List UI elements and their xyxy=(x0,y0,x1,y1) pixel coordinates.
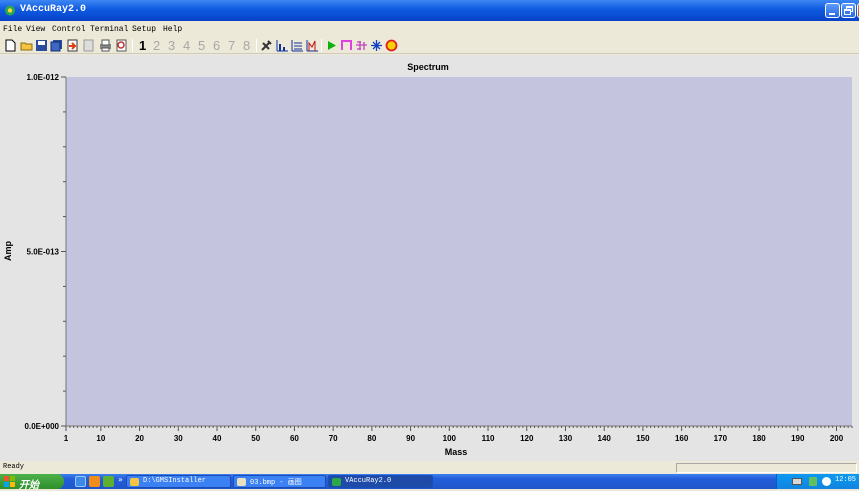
x-tick-label: 150 xyxy=(636,434,650,443)
task-paint[interactable]: 03.bmp - 画图 xyxy=(233,475,326,488)
paint-icon xyxy=(237,478,246,486)
x-tick-label: 1 xyxy=(64,434,69,443)
x-tick-label: 20 xyxy=(135,434,144,443)
app-icon xyxy=(5,5,15,16)
open-folder-icon[interactable] xyxy=(20,39,33,52)
x-tick-label: 50 xyxy=(251,434,260,443)
network-icon[interactable] xyxy=(809,477,817,486)
menu-control[interactable]: Control xyxy=(52,25,86,34)
start-button[interactable]: 开始 xyxy=(0,474,64,491)
menu-file[interactable]: File xyxy=(3,25,22,34)
toolbar-separator xyxy=(321,39,322,52)
menu-view[interactable]: View xyxy=(26,25,45,34)
status-text: Ready xyxy=(3,463,25,471)
toolbar-channel-2[interactable]: 2 xyxy=(153,38,160,53)
task-label: D:\GMSInstaller xyxy=(143,477,207,485)
status-bar: Ready xyxy=(0,462,859,474)
menu-bar: File View Control Terminal Setup Help xyxy=(0,23,859,37)
app-icon xyxy=(332,478,341,486)
toolbar-channel-3[interactable]: 3 xyxy=(168,38,175,53)
x-tick-label: 70 xyxy=(329,434,338,443)
plot-area[interactable] xyxy=(66,77,852,426)
taskbar: 开始 » D:\GMSInstaller 03.bmp - 画图 VAccuRa… xyxy=(0,474,859,491)
histogram-icon[interactable] xyxy=(306,39,319,52)
y-axis-label: Amp xyxy=(3,240,13,261)
task-gmsinstaller[interactable]: D:\GMSInstaller xyxy=(126,475,231,488)
menu-help[interactable]: Help xyxy=(163,25,182,34)
x-axis: 1 10 20 30 40 50 60 70 80 90 100 110 120 130 140 150 160… xyxy=(64,425,853,443)
windows-logo-icon xyxy=(4,476,15,487)
toolbar-channel-8[interactable]: 8 xyxy=(243,38,250,53)
task-vaccuray[interactable]: VAccuRay2.0 xyxy=(328,475,433,488)
y-tick-label: 5.0E-013 xyxy=(27,248,60,257)
print-icon[interactable] xyxy=(99,39,112,52)
x-tick-label: 190 xyxy=(791,434,805,443)
x-tick-label: 130 xyxy=(559,434,573,443)
task-label: VAccuRay2.0 xyxy=(345,477,392,485)
save-icon[interactable] xyxy=(35,39,48,52)
table-chart-icon[interactable] xyxy=(291,39,304,52)
scan-icon[interactable] xyxy=(340,39,353,52)
peaks-icon[interactable] xyxy=(355,39,368,52)
spectrum-chart-panel: Spectrum Mass Amp 1.0E-012 5.0E-013 0.0E+0… xyxy=(0,55,859,461)
save-all-icon[interactable] xyxy=(50,39,63,52)
print-preview-icon[interactable] xyxy=(115,39,128,52)
explorer-icon[interactable] xyxy=(103,476,114,487)
x-tick-label: 120 xyxy=(520,434,534,443)
firefox-icon[interactable] xyxy=(89,476,100,487)
bar-chart-icon[interactable] xyxy=(276,39,289,52)
x-tick-label: 180 xyxy=(752,434,766,443)
x-tick-label: 10 xyxy=(96,434,105,443)
x-tick-label: 80 xyxy=(367,434,376,443)
toolbar-channel-1[interactable]: 1 xyxy=(139,38,146,53)
toolbar-channel-5[interactable]: 5 xyxy=(198,38,205,53)
x-tick-label: 60 xyxy=(290,434,299,443)
tools-icon[interactable] xyxy=(260,39,273,52)
minimize-button[interactable] xyxy=(825,3,840,18)
status-pane xyxy=(676,463,857,473)
volume-icon[interactable] xyxy=(822,477,831,486)
y-axis: 1.0E-012 5.0E-013 0.0E+000 xyxy=(25,73,67,431)
play-icon[interactable] xyxy=(325,39,338,52)
toolbar-channel-7[interactable]: 7 xyxy=(228,38,235,53)
new-file-icon[interactable] xyxy=(4,39,17,52)
x-axis-label: Mass xyxy=(445,447,468,457)
toolbar-separator xyxy=(256,39,257,52)
spectrum-chart[interactable]: Spectrum Mass Amp 1.0E-012 5.0E-013 0.0E+0… xyxy=(0,55,859,461)
stop-circle-icon[interactable] xyxy=(385,39,398,52)
toolbar: 1 2 3 4 5 6 7 8 xyxy=(0,37,859,54)
menu-terminal[interactable]: Terminal xyxy=(90,25,128,34)
system-tray: 12:05 xyxy=(776,474,859,489)
x-tick-label: 40 xyxy=(213,434,222,443)
x-tick-label: 110 xyxy=(482,434,495,443)
x-tick-label: 100 xyxy=(443,434,457,443)
y-tick-label: 0.0E+000 xyxy=(25,422,60,431)
window-title: VAccuRay2.0 xyxy=(20,4,87,15)
x-tick-label: 200 xyxy=(830,434,844,443)
crosshair-icon[interactable] xyxy=(370,39,383,52)
menu-setup[interactable]: Setup xyxy=(132,25,156,34)
app-window: VAccuRay2.0 File View Control Terminal S… xyxy=(0,0,859,491)
x-tick-label: 170 xyxy=(714,434,728,443)
toolbar-channel-6[interactable]: 6 xyxy=(213,38,220,53)
quicklaunch-more-icon[interactable]: » xyxy=(118,475,123,484)
ie-icon[interactable] xyxy=(75,476,86,487)
folder-icon xyxy=(130,478,139,486)
keyboard-icon[interactable] xyxy=(792,478,802,485)
title-bar[interactable]: VAccuRay2.0 xyxy=(0,0,859,21)
import-icon[interactable] xyxy=(66,39,79,52)
document-icon[interactable] xyxy=(82,39,95,52)
task-label: 03.bmp - 画图 xyxy=(250,479,302,487)
clock: 12:05 xyxy=(835,476,857,484)
chart-title: Spectrum xyxy=(407,62,449,72)
toolbar-separator xyxy=(132,39,133,52)
restore-button[interactable] xyxy=(841,3,856,18)
toolbar-channel-4[interactable]: 4 xyxy=(183,38,190,53)
minimize-icon xyxy=(829,13,835,15)
x-tick-label: 90 xyxy=(406,434,415,443)
x-tick-label: 30 xyxy=(174,434,183,443)
y-tick-label: 1.0E-012 xyxy=(27,73,60,82)
x-tick-label: 160 xyxy=(675,434,689,443)
x-tick-label: 140 xyxy=(598,434,612,443)
